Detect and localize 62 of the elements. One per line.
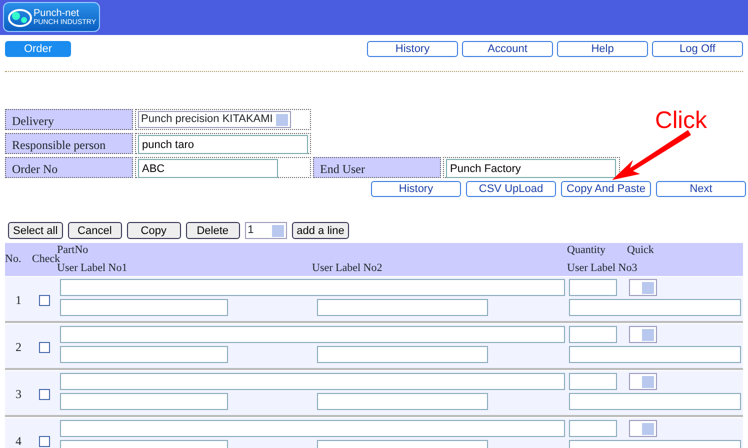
label-field[interactable] — [60, 346, 228, 363]
text-field[interactable]: punch taro — [138, 135, 308, 154]
row-number: 2 — [16, 339, 22, 356]
label-field[interactable] — [569, 346, 741, 363]
field-label: Order No — [5, 157, 133, 178]
toolbar-button[interactable]: Select all — [8, 222, 63, 239]
line-count-select[interactable]: 1 — [244, 222, 287, 239]
column-header: PartNo — [57, 243, 90, 256]
field-label: Responsible person — [5, 133, 133, 154]
checkbox[interactable] — [39, 436, 50, 446]
column-header: No. — [5, 252, 22, 267]
nav-button[interactable]: History — [367, 41, 458, 57]
label-field[interactable] — [569, 299, 741, 316]
column-header: Quantity — [567, 243, 606, 258]
action-button[interactable]: Next — [656, 181, 746, 197]
row-number: 3 — [16, 386, 22, 403]
label-field[interactable] — [569, 393, 741, 410]
label-field[interactable] — [60, 299, 228, 316]
quantity-field[interactable] — [569, 326, 617, 343]
quick-select[interactable] — [629, 326, 657, 343]
row-number: 1 — [16, 292, 22, 309]
column-header: User Label No1 — [57, 262, 128, 276]
select-value: Punch precision KITAKAMI — [141, 112, 273, 128]
text-field[interactable]: ABC — [138, 159, 278, 178]
label-field[interactable] — [60, 393, 228, 410]
field-label: Delivery — [5, 109, 133, 130]
select-value: 1 — [248, 223, 254, 238]
quantity-field[interactable] — [569, 279, 617, 296]
column-header: Quick — [627, 243, 654, 258]
add-line-button[interactable]: add a line — [292, 222, 350, 239]
logo-title: Punch-net — [34, 8, 80, 18]
callout-text: Click — [655, 106, 707, 136]
text-field[interactable]: Punch Factory — [446, 159, 616, 178]
nav-button[interactable]: Help — [557, 41, 648, 57]
checkbox[interactable] — [39, 388, 50, 400]
label-field[interactable] — [317, 299, 488, 316]
quick-select[interactable] — [629, 373, 657, 390]
quantity-field[interactable] — [569, 373, 617, 390]
action-button[interactable]: CSV UpLoad — [466, 181, 556, 197]
part-no-field[interactable] — [60, 279, 565, 296]
part-no-field[interactable] — [60, 326, 565, 343]
label-field[interactable] — [317, 393, 488, 410]
action-button[interactable]: History — [371, 181, 461, 197]
column-header: User Label No3 — [567, 261, 638, 276]
nav-button[interactable]: Account — [462, 41, 553, 57]
quick-select[interactable] — [629, 279, 657, 296]
label-field[interactable] — [317, 346, 488, 363]
action-button[interactable]: Copy And Paste — [561, 181, 651, 197]
quick-select[interactable] — [629, 420, 657, 437]
part-no-field[interactable] — [60, 373, 565, 390]
toolbar-button[interactable]: Copy — [126, 222, 181, 239]
part-no-field[interactable] — [60, 420, 565, 437]
checkbox[interactable] — [39, 342, 50, 352]
row-number: 4 — [16, 433, 22, 448]
quantity-field[interactable] — [569, 420, 617, 437]
field-label: End User — [313, 157, 441, 178]
toolbar-button[interactable]: Cancel — [68, 222, 122, 239]
nav-button[interactable]: Log Off — [652, 41, 743, 57]
delivery-select[interactable]: Punch precision KITAKAMI — [138, 111, 291, 128]
toolbar-button[interactable]: Delete — [186, 222, 240, 239]
column-header: User Label No2 — [312, 261, 382, 276]
checkbox[interactable] — [39, 294, 50, 306]
